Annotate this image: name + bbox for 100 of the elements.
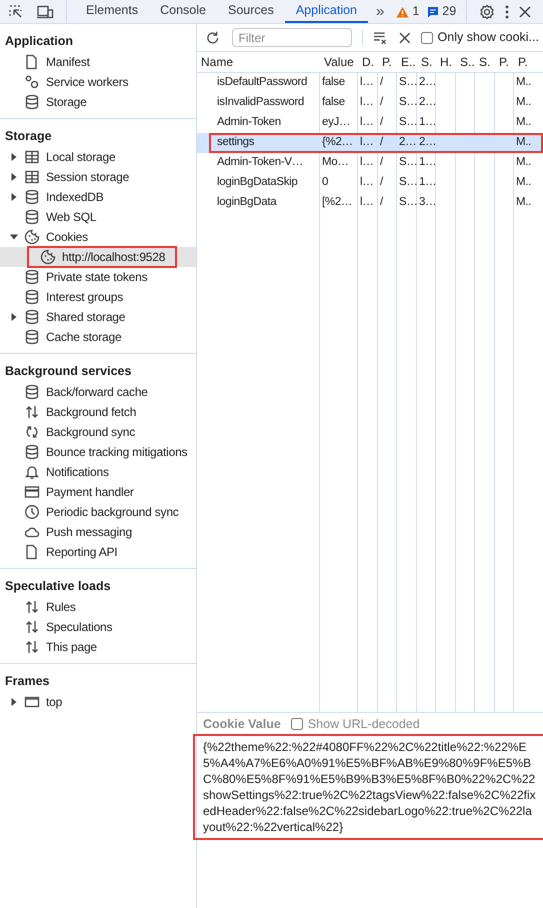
table-row[interactable]: loginBgDataSkip 0 l… / S…1… M.. — [197, 173, 543, 193]
url-decode-checkbox[interactable] — [290, 718, 303, 730]
table-cell-text: / — [380, 95, 383, 110]
database-icon — [24, 329, 40, 345]
table-cell-text: eyJ… — [322, 115, 350, 130]
refresh-icon[interactable] — [205, 30, 220, 46]
only-show-checkbox[interactable] — [420, 32, 433, 44]
column-header[interactable]: Value — [320, 52, 358, 72]
frame-icon — [24, 694, 40, 710]
table-cell-text: false — [322, 95, 345, 110]
table-cell-text: / — [380, 175, 383, 190]
database-icon — [24, 209, 40, 225]
cookie-icon — [24, 229, 40, 245]
expand-triangle-icon[interactable] — [10, 313, 18, 321]
column-header[interactable]: Name — [197, 52, 320, 72]
expand-triangle-icon[interactable] — [10, 153, 18, 161]
table-cell-text: settings — [217, 135, 254, 150]
sidebar-item[interactable]: Session storage — [0, 167, 196, 187]
section-heading: Storage — [4, 128, 53, 145]
column-header[interactable]: S. — [417, 52, 436, 72]
section-heading: Application — [4, 32, 74, 50]
table-row[interactable]: Admin-Token eyJ… l… / S…1… M.. — [197, 113, 543, 133]
sidebar-item[interactable]: top — [0, 692, 196, 712]
inspect-icon[interactable] — [8, 4, 24, 20]
column-header[interactable]: S.. — [456, 52, 475, 72]
sidebar-item[interactable]: Storage — [0, 92, 196, 112]
table-cell-text: loginBgDataSkip — [217, 175, 298, 190]
column-header[interactable]: P. — [514, 52, 543, 72]
sidebar-item[interactable]: Private state tokens — [0, 267, 196, 287]
table-cell-text: M.. — [516, 195, 532, 210]
sidebar-item[interactable]: Rules — [0, 597, 196, 617]
expand-triangle-icon[interactable] — [10, 173, 18, 181]
column-header[interactable]: P. — [378, 52, 397, 72]
messages-button[interactable]: 29 — [423, 2, 460, 21]
table-cell-text: / — [380, 75, 383, 90]
sidebar-item[interactable]: Back/forward cache — [0, 382, 196, 402]
column-header[interactable]: H. — [436, 52, 456, 72]
more-tabs-button[interactable]: » — [368, 4, 392, 19]
table-row[interactable]: settings {%2… l… / 2… 2… M.. — [197, 133, 543, 153]
sidebar-item[interactable]: Web SQL — [0, 207, 196, 227]
sidebar-item[interactable]: Service workers — [0, 72, 196, 92]
panel-tab[interactable]: Sources — [216, 0, 285, 23]
table-cell-text: {%2… — [322, 135, 353, 150]
table-cell-text: / — [380, 135, 383, 150]
checkbox-label: Show URL-decoded — [308, 716, 420, 733]
sidebar-item[interactable]: Background fetch — [0, 402, 196, 422]
column-header[interactable]: E.. — [397, 52, 417, 72]
sidebar-item[interactable]: IndexedDB — [0, 187, 196, 207]
close-icon[interactable] — [519, 6, 531, 18]
sidebar-item[interactable]: Manifest — [0, 52, 196, 72]
sidebar-item[interactable]: Interest groups — [0, 287, 196, 307]
sidebar-item[interactable]: Payment handler — [0, 482, 196, 502]
sidebar-item[interactable]: Reporting API — [0, 542, 196, 562]
filter-field[interactable]: Filter — [232, 28, 352, 47]
expand-triangle-icon[interactable] — [10, 698, 18, 706]
panel-tab[interactable]: Elements — [75, 0, 150, 23]
table-row[interactable]: isInvalidPassword false l… / S…2… M.. — [197, 93, 543, 113]
database-icon — [24, 444, 40, 460]
sidebar-item[interactable]: Local storage — [0, 147, 196, 167]
table-row[interactable]: isDefaultPassword false l… / S…2… M.. — [197, 73, 543, 93]
database-icon — [24, 309, 40, 325]
clear-all-icon[interactable] — [373, 30, 389, 46]
sidebar-item[interactable]: Shared storage — [0, 307, 196, 327]
table-row[interactable]: loginBgData [%2… l… / S…3… M.. — [197, 193, 543, 213]
column-header[interactable]: D. — [358, 52, 378, 72]
table-cell-text: S… — [399, 195, 418, 210]
table-cell-text: M.. — [516, 155, 532, 170]
settings-icon[interactable] — [479, 4, 495, 20]
table-cell-text: 0 — [322, 175, 328, 190]
clock-icon — [24, 504, 40, 520]
device-toolbar-icon[interactable] — [36, 4, 54, 20]
sidebar-item[interactable]: Bounce tracking mitigations — [0, 442, 196, 462]
message-icon — [427, 6, 440, 18]
table-row[interactable]: Admin-Token-V… Mo… l… / S…1… M.. — [197, 153, 543, 173]
sidebar-item[interactable]: Notifications — [0, 462, 196, 482]
table-cell-text: l… — [360, 135, 374, 150]
column-header[interactable]: S. — [475, 52, 495, 72]
sidebar-item[interactable]: Speculations — [0, 617, 196, 637]
warning-count: 1 — [412, 3, 420, 20]
sidebar-item[interactable]: Background sync — [0, 422, 196, 442]
panel-tab[interactable]: Console — [149, 0, 217, 23]
expand-triangle-icon[interactable] — [10, 193, 18, 201]
more-options-icon[interactable] — [505, 4, 509, 18]
sidebar-item[interactable]: http://localhost:9528 — [0, 247, 196, 267]
warnings-button[interactable]: 1 — [392, 2, 424, 21]
sidebar-item[interactable]: Cookies — [0, 227, 196, 247]
sidebar-item[interactable]: This page — [0, 637, 196, 657]
table-cell-text: false — [322, 75, 345, 90]
sidebar-item[interactable]: Cache storage — [0, 327, 196, 347]
database-icon — [24, 289, 40, 305]
panel-tab[interactable]: Application — [284, 0, 368, 23]
column-header[interactable]: P. — [495, 52, 514, 72]
table-cell-text: l… — [360, 95, 374, 110]
close-icon[interactable] — [398, 32, 411, 44]
table-cell-text: M.. — [516, 75, 532, 90]
database-icon — [24, 189, 40, 205]
sidebar-item[interactable]: Periodic background sync — [0, 502, 196, 522]
collapse-triangle-icon[interactable] — [10, 233, 18, 241]
section-heading: Background services — [4, 362, 132, 380]
sidebar-item[interactable]: Push messaging — [0, 522, 196, 542]
